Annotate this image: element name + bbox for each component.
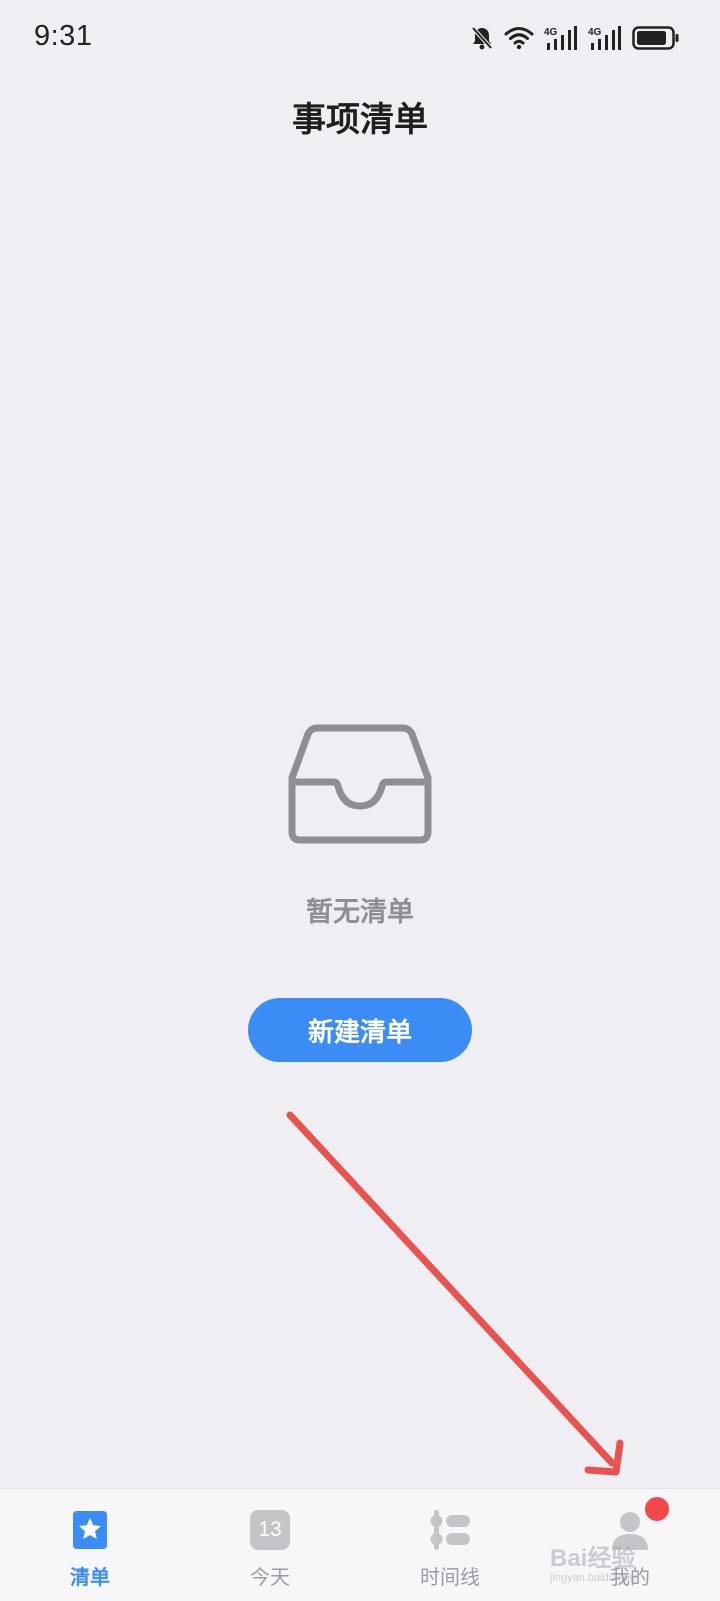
- tab-label: 今天: [250, 1565, 290, 1589]
- signal-4g-icon: 4G: [588, 25, 622, 51]
- inbox-tray-icon: [285, 722, 435, 846]
- bottom-tab-bar: 清单 13 今天 时间线 我的: [0, 1488, 720, 1601]
- timeline-icon: [429, 1509, 471, 1551]
- new-list-button[interactable]: 新建清单: [248, 998, 472, 1062]
- tab-today[interactable]: 13 今天: [210, 1509, 330, 1593]
- svg-text:4G: 4G: [588, 27, 602, 38]
- star-list-icon: [69, 1509, 111, 1551]
- wifi-icon: [504, 26, 534, 50]
- tab-label: 清单: [70, 1565, 110, 1589]
- empty-state-message: 暂无清单: [306, 897, 414, 928]
- tab-list[interactable]: 清单: [30, 1509, 150, 1593]
- tab-timeline[interactable]: 时间线: [390, 1509, 510, 1593]
- svg-text:4G: 4G: [544, 27, 558, 38]
- bell-muted-icon: [470, 25, 494, 51]
- user-icon: [609, 1497, 669, 1551]
- notification-badge: [645, 1497, 669, 1521]
- signal-4g-icon: 4G: [544, 25, 578, 51]
- page-title: 事项清单: [292, 100, 428, 140]
- status-time: 9:31: [34, 20, 93, 52]
- calendar-day-icon: 13: [249, 1509, 291, 1551]
- battery-icon: [632, 26, 680, 50]
- status-icons: 4G 4G: [470, 22, 680, 54]
- tab-label: 时间线: [420, 1565, 480, 1589]
- tab-label: 我的: [610, 1565, 650, 1589]
- calendar-day-number: 13: [258, 1518, 282, 1541]
- status-bar: 9:31 4G 4G: [0, 0, 720, 78]
- tab-me[interactable]: 我的: [570, 1497, 690, 1593]
